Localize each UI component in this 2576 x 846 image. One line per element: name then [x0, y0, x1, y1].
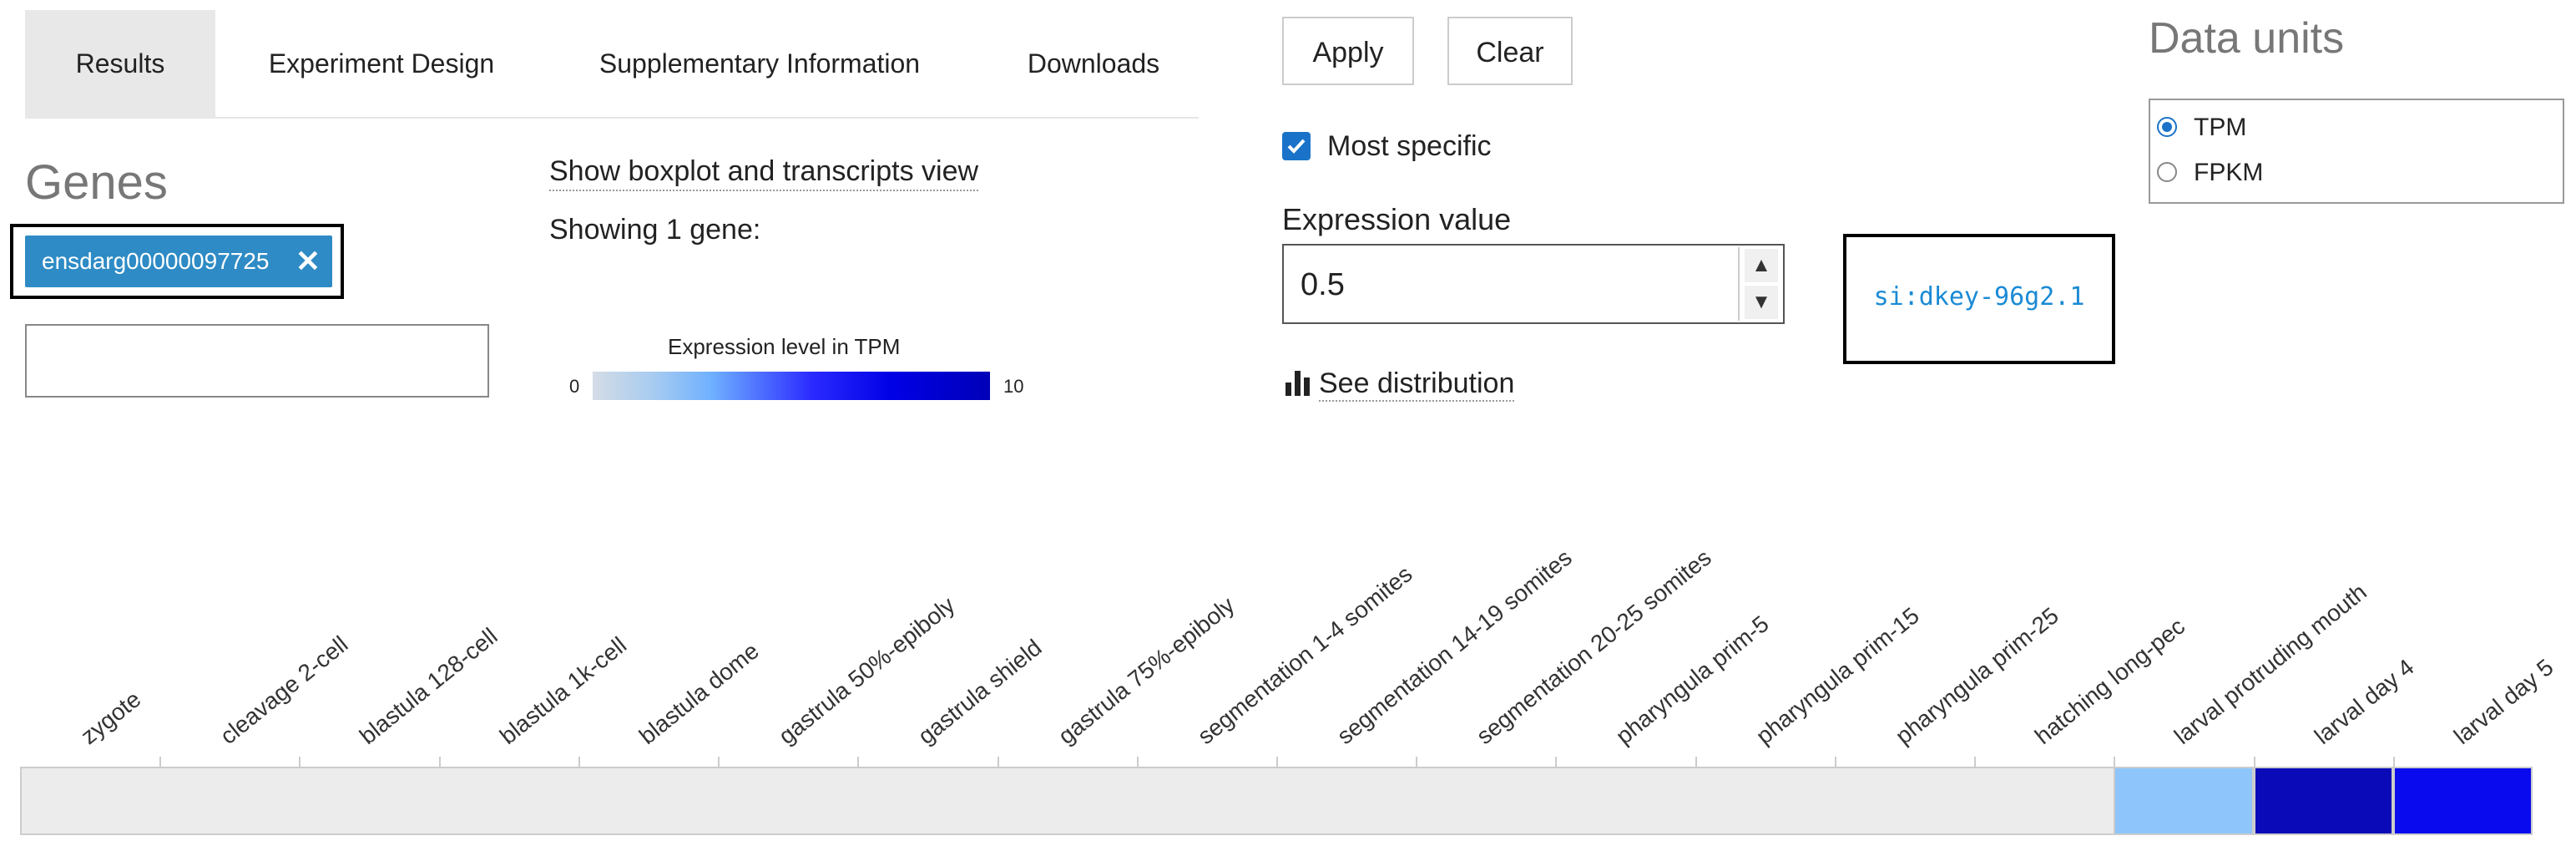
see-distribution-link[interactable]: See distribution: [1319, 367, 1515, 402]
tab-supplementary-information[interactable]: Supplementary Information: [568, 10, 952, 117]
heatmap-column-tick: [1416, 757, 1418, 768]
stepper-up-icon[interactable]: ▲: [1745, 249, 1778, 282]
tab-bar: Results Experiment Design Supplementary …: [25, 10, 1199, 119]
heatmap-column-tick: [159, 757, 162, 768]
heatmap-column-label: blastula dome: [634, 637, 764, 750]
tpm-label: TPM: [2194, 114, 2247, 141]
clear-button[interactable]: Clear: [1447, 17, 1573, 85]
heatmap-column-tick: [438, 757, 441, 768]
gene-chip-label: ensdarg00000097725: [42, 248, 270, 274]
heatmap-column-label: larval day 4: [2309, 654, 2419, 750]
heatmap-column-tick: [1834, 757, 1836, 768]
boxplot-transcripts-link[interactable]: Show boxplot and transcripts view: [549, 155, 979, 191]
gene-name-link[interactable]: si:dkey-96g2.1: [1843, 282, 2115, 312]
apply-button[interactable]: Apply: [1282, 17, 1414, 85]
heatmap-column-label: hatching long-pec: [2029, 613, 2190, 750]
legend-min: 0: [569, 376, 580, 397]
heatmap-cell[interactable]: [2114, 767, 2254, 835]
heatmap-column-label: gastrula shield: [913, 634, 1047, 750]
heatmap-column-label: blastula 128-cell: [355, 622, 503, 750]
heatmap-column-tick: [997, 757, 999, 768]
expression-gradient-bar: [593, 372, 990, 400]
bar-chart-icon: [1284, 367, 1312, 396]
legend-max: 10: [1003, 376, 1024, 397]
tab-experiment-design[interactable]: Experiment Design: [235, 10, 528, 117]
expression-value-input[interactable]: [1282, 244, 1785, 324]
fpkm-radio[interactable]: [2157, 162, 2177, 182]
expression-value-text: 0.5: [1301, 267, 1345, 302]
close-icon[interactable]: ✕: [295, 236, 321, 287]
heatmap-column-label: zygote: [75, 686, 146, 750]
heatmap-column-tick: [1695, 757, 1697, 768]
heatmap-column-tick: [857, 757, 860, 768]
heatmap-cell[interactable]: [2253, 767, 2393, 835]
heatmap-column-label: segmentation 14-19 somites: [1331, 544, 1577, 750]
heatmap-column-label: pharyngula prim-5: [1611, 610, 1775, 750]
heatmap-column-label: cleavage 2-cell: [215, 631, 353, 750]
heatmap-column-tick: [1136, 757, 1139, 768]
data-units-title: Data units: [2149, 14, 2345, 63]
heatmap-cell[interactable]: [2392, 767, 2533, 835]
gene-chip[interactable]: ensdarg00000097725 ✕: [25, 236, 332, 287]
tpm-radio[interactable]: [2157, 117, 2177, 137]
tab-downloads[interactable]: Downloads: [993, 10, 1194, 117]
expression-value-label: Expression value: [1282, 202, 1512, 236]
heatmap-column-label: blastula 1k-cell: [494, 631, 631, 750]
showing-genes-text: Showing 1 gene:: [549, 214, 761, 246]
stepper-down-icon[interactable]: ▼: [1745, 286, 1778, 319]
genes-title: Genes: [25, 155, 168, 210]
tab-results[interactable]: Results: [25, 10, 215, 117]
heatmap-column-tick: [1276, 757, 1278, 768]
heatmap-column-tick: [299, 757, 301, 768]
gene-search-input[interactable]: [25, 324, 489, 398]
heatmap-column-tick: [1974, 757, 1977, 768]
fpkm-label: FPKM: [2194, 159, 2264, 186]
most-specific-checkbox[interactable]: [1282, 132, 1311, 160]
heatmap-column-tick: [718, 757, 720, 768]
heatmap-column-label: larval day 5: [2448, 654, 2558, 750]
expression-stepper: ▲ ▼: [1738, 247, 1783, 321]
heatmap-column-tick: [1555, 757, 1558, 768]
legend-title: Expression level in TPM: [668, 334, 901, 359]
heatmap-column-label: segmentation 20-25 somites: [1472, 544, 1716, 750]
most-specific-label: Most specific: [1327, 130, 1492, 162]
heatmap-column-tick: [578, 757, 580, 768]
